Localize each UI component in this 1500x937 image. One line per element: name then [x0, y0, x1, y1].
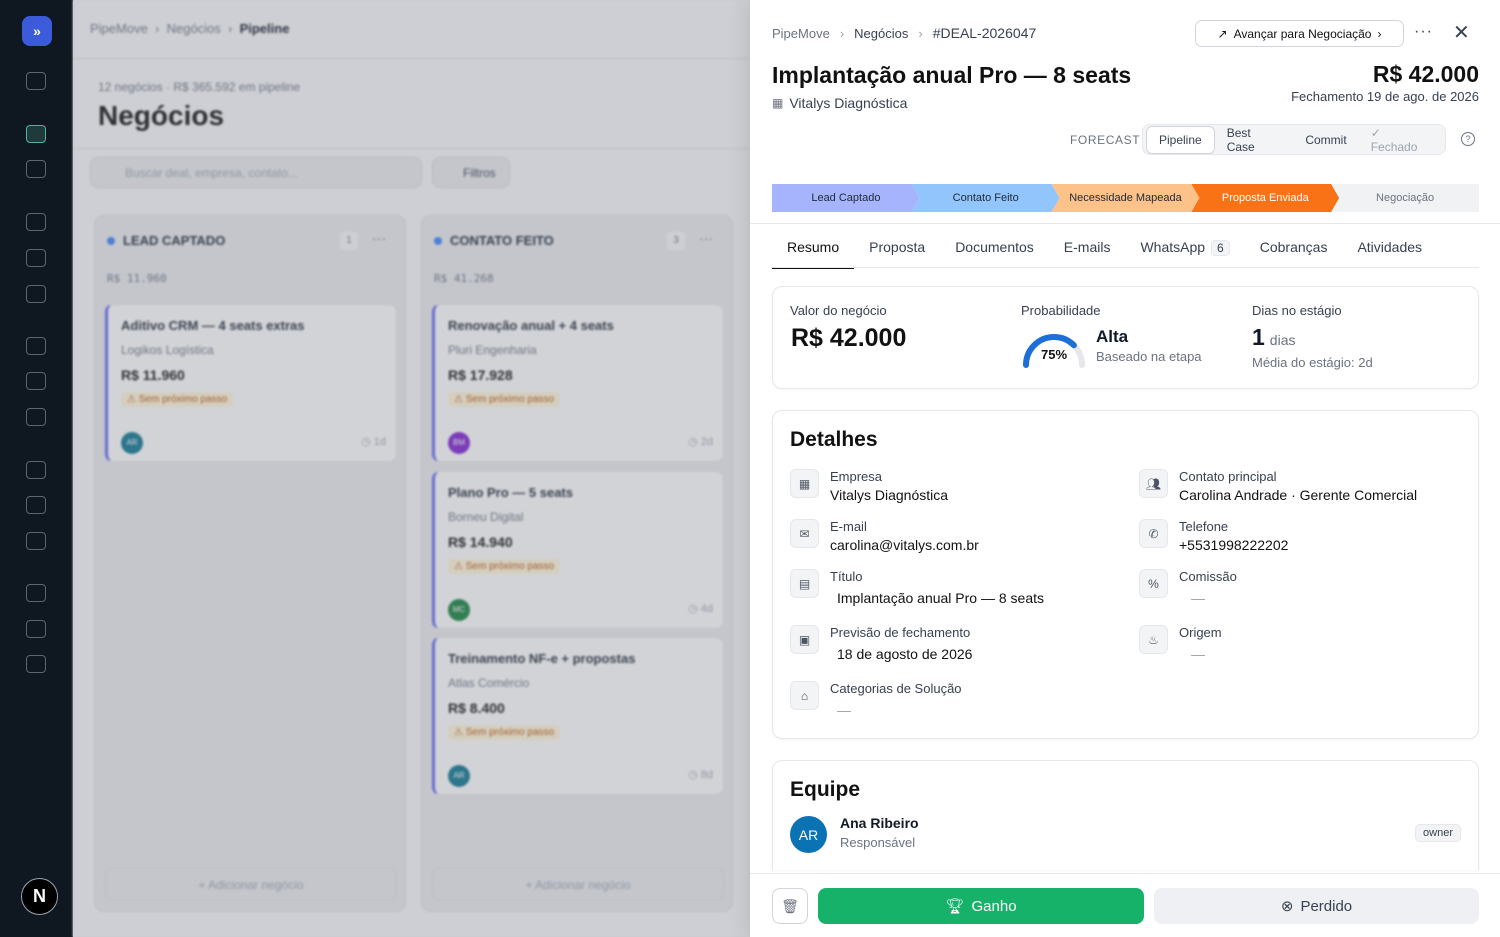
calendar-icon: ▣ [790, 625, 819, 654]
tab-documentos[interactable]: Documentos [940, 236, 1049, 268]
details-heading: Detalhes [790, 428, 878, 451]
deal-value: R$ 42.000 [791, 324, 907, 352]
deal-company[interactable]: ▦ Vitalys Diagnóstica [772, 95, 907, 111]
stage-negocia-o[interactable]: Negociação [1331, 184, 1479, 212]
activity-icon[interactable] [26, 213, 46, 231]
deal-title: Implantação anual Pro — 8 seats [772, 62, 1132, 88]
stage-contato-feito[interactable]: Contato Feito [912, 184, 1060, 212]
trash-icon: 🗑︎ [781, 897, 799, 914]
forecast-segmented-control: Pipeline Best Case Commit ✓ Fechado [1142, 124, 1446, 155]
team-card: Equipe AR Ana Ribeiro Responsável owner [772, 760, 1479, 870]
svg-text:75%: 75% [1041, 347, 1067, 362]
panel-footer: 🗑︎ 🏆︎ Ganho ⊗ Perdido [750, 873, 1500, 937]
mail-icon: ✉ [790, 519, 819, 548]
chevron-right-icon: › [1377, 26, 1382, 41]
document-icon[interactable] [26, 496, 46, 514]
dashboard-icon[interactable] [26, 72, 46, 90]
field-titulo[interactable]: ▤ Título Implantação anual Pro — 8 seats [790, 569, 1120, 613]
trend-up-icon: ↗ [1217, 26, 1228, 41]
forecast-option-commit[interactable]: Commit [1293, 127, 1358, 153]
details-card: Detalhes ▦ Empresa Vitalys Diagnóstica 👥… [772, 410, 1479, 739]
trophy-icon: 🏆︎ [945, 898, 965, 915]
calendar-icon[interactable] [26, 249, 46, 267]
advance-stage-button[interactable]: ↗ Avançar para Negociação › [1195, 20, 1404, 47]
help-icon[interactable]: ? [1461, 132, 1475, 146]
tab-atividades[interactable]: Atividades [1342, 236, 1437, 268]
stage-necessidade-mapeada[interactable]: Necessidade Mapeada [1052, 184, 1200, 212]
field-previsao[interactable]: ▣ Previsão de fechamento 18 de agosto de… [790, 625, 1120, 669]
user-menu-button[interactable]: N [21, 878, 58, 915]
forecast-label: FORECAST [1070, 133, 1141, 147]
tab-emails[interactable]: E-mails [1049, 236, 1126, 268]
field-origem[interactable]: ♨ Origem — [1139, 625, 1469, 669]
phone-icon: ✆ [1139, 519, 1168, 548]
field-email[interactable]: ✉ E-mail carolina@vitalys.com.br [790, 519, 1120, 563]
settings-icon[interactable] [26, 655, 46, 673]
building-icon: ▦ [790, 469, 819, 498]
probability-gauge: 75% [1023, 334, 1085, 368]
tasks-icon[interactable] [26, 285, 46, 303]
forecast-option-best-case[interactable]: Best Case [1215, 120, 1294, 160]
tab-whatsapp[interactable]: WhatsApp 6 [1125, 236, 1244, 268]
panel-breadcrumb: PipeMove › Negócios › #DEAL-2026047 [772, 25, 1037, 41]
deal-id: #DEAL-2026047 [932, 25, 1037, 41]
users-icon[interactable] [26, 584, 46, 602]
deal-detail-panel: PipeMove › Negócios › #DEAL-2026047 ↗ Av… [750, 0, 1500, 937]
stage-proposta-enviada[interactable]: Proposta Enviada [1191, 184, 1339, 212]
percent-icon: % [1139, 569, 1168, 598]
breadcrumb-root[interactable]: PipeMove [772, 26, 830, 41]
metrics-card: Valor do negócio R$ 42.000 Probabilidade… [772, 286, 1479, 389]
field-empresa[interactable]: ▦ Empresa Vitalys Diagnóstica [790, 469, 1120, 513]
forecast-option-fechado[interactable]: ✓ Fechado [1359, 120, 1442, 160]
flame-icon: ♨ [1139, 625, 1168, 654]
delete-button[interactable]: 🗑︎ [772, 888, 808, 924]
field-contato[interactable]: 👥︎ Contato principal Carolina Andrade · … [1139, 469, 1469, 513]
stage-progress: Lead Captado Contato Feito Necessidade Map… [772, 184, 1479, 212]
tab-proposta[interactable]: Proposta [854, 236, 940, 268]
trend-icon[interactable] [26, 372, 46, 390]
team-heading: Equipe [790, 778, 861, 801]
forecast-option-pipeline[interactable]: Pipeline [1146, 125, 1215, 154]
close-icon[interactable]: ✕ [1453, 20, 1470, 45]
field-comissao[interactable]: % Comissão — [1139, 569, 1469, 613]
app-nav-rail: » N [0, 0, 73, 937]
member-role: Responsável [840, 835, 916, 850]
probability-basis: Baseado na etapa [1096, 349, 1202, 364]
avatar: AR [790, 816, 827, 853]
member-name: Ana Ribeiro [840, 815, 919, 831]
tab-resumo[interactable]: Resumo [772, 236, 855, 269]
days-in-stage: 1 dias [1252, 324, 1296, 350]
field-telefone[interactable]: ✆ Telefone +5531998222202 [1139, 519, 1469, 563]
modal-overlay[interactable] [73, 0, 750, 937]
package-icon[interactable] [26, 620, 46, 638]
field-categorias[interactable]: ⌂ Categorias de Solução — [790, 681, 1120, 725]
globe-icon[interactable] [26, 408, 46, 426]
owner-badge: owner [1415, 824, 1461, 842]
tag-icon: ⌂ [790, 681, 819, 710]
probability-level: Alta [1096, 327, 1129, 346]
users-icon: 👥︎ [1139, 469, 1168, 498]
deal-amount: R$ 42.000 [1372, 61, 1479, 87]
deal-tabs: Resumo Proposta Documentos E-mails Whats… [772, 236, 1437, 269]
box-icon[interactable] [26, 160, 46, 178]
more-options-icon[interactable]: ··· [1414, 23, 1433, 41]
breadcrumb-section[interactable]: Negócios [854, 26, 908, 41]
files-icon[interactable] [26, 532, 46, 550]
tab-cobrancas[interactable]: Cobranças [1245, 236, 1343, 268]
whatsapp-count-badge: 6 [1211, 240, 1230, 256]
stage-lead-captado[interactable]: Lead Captado [772, 184, 920, 212]
pipeline-icon[interactable] [26, 125, 46, 143]
bar-chart-icon[interactable] [26, 337, 46, 355]
won-button[interactable]: 🏆︎ Ganho [818, 888, 1144, 924]
x-circle-icon: ⊗ [1280, 898, 1294, 915]
invoice-icon[interactable] [26, 461, 46, 479]
building-icon: ▦ [772, 96, 784, 110]
document-icon: ▤ [790, 569, 819, 598]
app-logo-icon[interactable]: » [22, 16, 52, 46]
closing-date: Fechamento 19 de ago. de 2026 [1291, 89, 1479, 104]
lost-button[interactable]: ⊗ Perdido [1154, 888, 1479, 924]
stage-average: Média do estágio: 2d [1252, 355, 1373, 370]
